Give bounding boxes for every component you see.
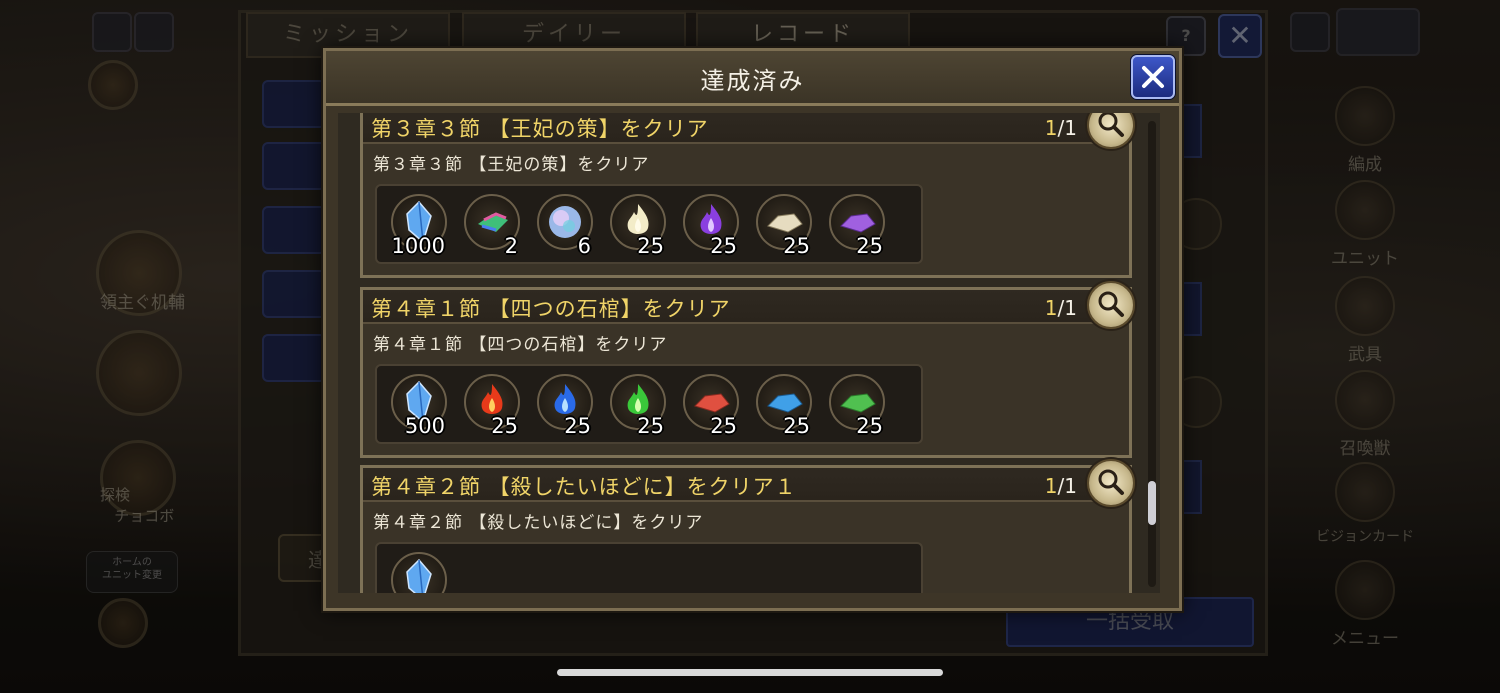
record-progress: 1/1 xyxy=(1044,116,1077,140)
reward-count: 25 xyxy=(637,234,664,258)
reward-item[interactable]: 500 xyxy=(385,372,447,438)
reward-item[interactable]: 2 xyxy=(458,192,520,258)
reward-item[interactable]: 25 xyxy=(604,372,666,438)
record-title-bar: 第３章３節 【王妃の策】をクリア 1/1 xyxy=(363,113,1135,149)
modal-header: 達成済み xyxy=(326,51,1179,106)
search-button[interactable] xyxy=(1087,113,1135,149)
reward-item[interactable]: 25 xyxy=(750,192,812,258)
record-progress: 1/1 xyxy=(1044,474,1077,498)
record-card: 第４章１節 【四つの石棺】をクリア 1/1 第４章１節 【四つの石棺】をクリア xyxy=(360,281,1135,458)
reward-item[interactable]: 25 xyxy=(750,372,812,438)
record-card: 第４章２節 【殺したいほどに】をクリア１ 1/1 第４章２節 【殺したいほどに】… xyxy=(360,459,1135,593)
reward-box: 500 25 25 25 25 25 25 xyxy=(375,364,923,444)
record-title: 第３章３節 【王妃の策】をクリア xyxy=(371,117,709,141)
record-title-bar: 第４章１節 【四つの石棺】をクリア 1/1 xyxy=(363,281,1135,329)
record-title: 第４章２節 【殺したいほどに】をクリア１ xyxy=(371,475,797,499)
close-button[interactable] xyxy=(1131,55,1175,99)
reward-item[interactable]: 25 xyxy=(531,372,593,438)
reward-count: 500 xyxy=(404,414,445,438)
reward-item[interactable]: 25 xyxy=(823,372,885,438)
close-icon xyxy=(1142,66,1164,88)
record-description: 第４章２節 【殺したいほどに】をクリア xyxy=(373,513,704,533)
blue-crystal-icon xyxy=(391,552,447,593)
reward-box: 1000 2 6 25 25 25 25 xyxy=(375,184,923,264)
search-icon xyxy=(1098,469,1124,495)
reward-item[interactable]: 6 xyxy=(531,192,593,258)
reward-count: 25 xyxy=(783,414,810,438)
reward-box xyxy=(375,542,923,593)
reward-count: 2 xyxy=(504,234,518,258)
reward-count: 25 xyxy=(564,414,591,438)
reward-count: 25 xyxy=(783,234,810,258)
search-button[interactable] xyxy=(1087,281,1135,329)
reward-item[interactable]: 25 xyxy=(458,372,520,438)
record-title: 第４章１節 【四つの石棺】をクリア xyxy=(371,297,731,321)
records-list[interactable]: 第３章３節 【王妃の策】をクリア 1/1 第３章３節 【王妃の策】をクリア 10… xyxy=(338,113,1160,593)
reward-count: 6 xyxy=(577,234,591,258)
home-indicator[interactable] xyxy=(557,669,943,676)
record-description: 第３章３節 【王妃の策】をクリア xyxy=(373,155,650,175)
reward-count: 25 xyxy=(491,414,518,438)
reward-item[interactable] xyxy=(385,550,447,593)
reward-item[interactable]: 25 xyxy=(604,192,666,258)
reward-item[interactable]: 1000 xyxy=(385,192,447,258)
reward-count: 25 xyxy=(856,234,883,258)
reward-count: 25 xyxy=(856,414,883,438)
reward-count: 25 xyxy=(637,414,664,438)
record-title-bar: 第４章２節 【殺したいほどに】をクリア１ 1/1 xyxy=(363,459,1135,507)
reward-item[interactable]: 25 xyxy=(677,372,739,438)
search-icon xyxy=(1098,291,1124,317)
reward-item[interactable]: 25 xyxy=(823,192,885,258)
reward-count: 25 xyxy=(710,234,737,258)
record-card: 第３章３節 【王妃の策】をクリア 1/1 第３章３節 【王妃の策】をクリア 10… xyxy=(360,113,1135,278)
modal-title: 達成済み xyxy=(700,67,805,95)
reward-count: 1000 xyxy=(391,234,445,258)
reward-item[interactable]: 25 xyxy=(677,192,739,258)
achieved-modal: 達成済み 第３章３節 【王妃の策】をクリア 1/1 第３章３節 【王妃の策】をク… xyxy=(323,48,1182,611)
record-progress: 1/1 xyxy=(1044,296,1077,320)
reward-count: 25 xyxy=(710,414,737,438)
scrollbar-thumb[interactable] xyxy=(1148,481,1156,525)
search-icon xyxy=(1098,113,1124,137)
search-button[interactable] xyxy=(1087,459,1135,507)
record-description: 第４章１節 【四つの石棺】をクリア xyxy=(373,335,668,355)
